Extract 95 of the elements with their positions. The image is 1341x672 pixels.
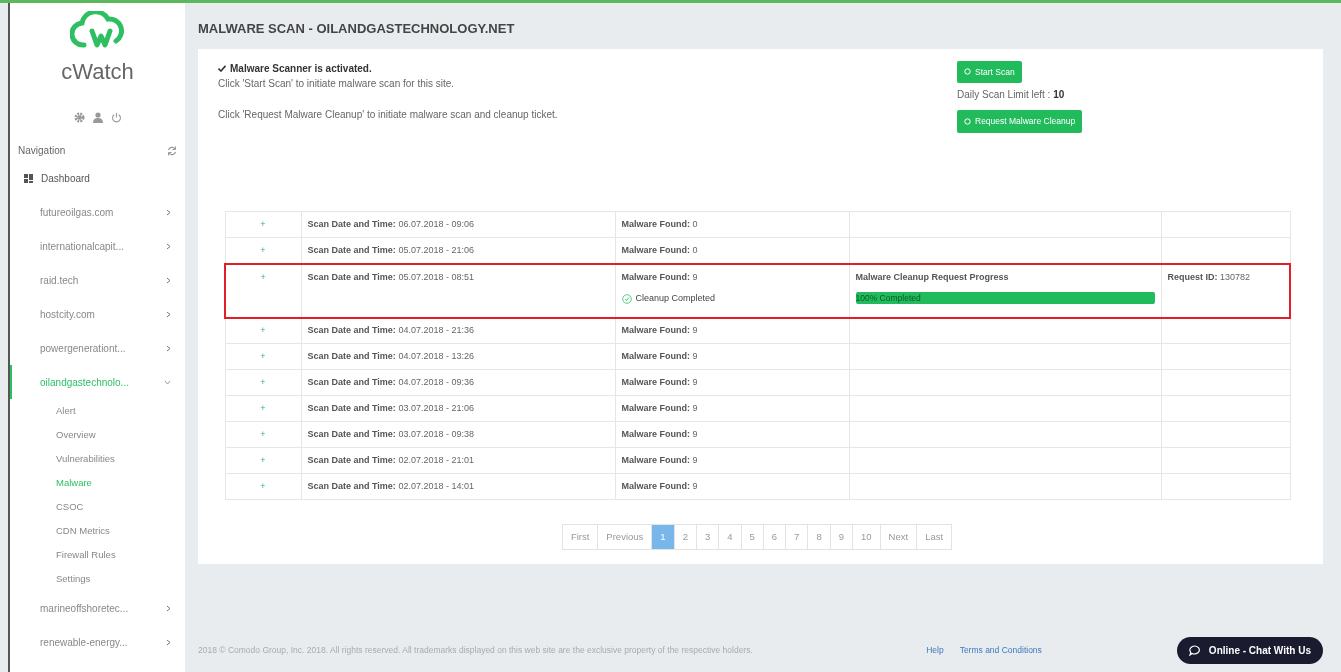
site-link[interactable]: renewable-energy... xyxy=(40,634,128,650)
scan-date-text: Scan Date and Time: 04.07.2018 - 13:26 xyxy=(307,349,475,363)
expand-toggle[interactable]: + xyxy=(260,218,266,229)
site-link[interactable]: powergenerationt... xyxy=(40,340,126,356)
instruction-text: Click 'Request Malware Cleanup' to initiate malware scan and cleanup ticket. xyxy=(218,107,558,122)
page-link[interactable]: 3 xyxy=(695,524,720,551)
chevron-right-icon[interactable] xyxy=(166,344,171,352)
submenu-link[interactable]: Firewall Rules xyxy=(10,543,185,567)
submenu-link[interactable]: CSOC xyxy=(10,495,185,519)
circle-icon xyxy=(964,118,971,126)
check-icon xyxy=(218,64,226,72)
site-link[interactable]: oilandgastechnolo... xyxy=(40,374,129,390)
page-link[interactable]: 10 xyxy=(852,524,881,551)
page-link[interactable]: 1 xyxy=(651,524,675,551)
scan-date-text: Scan Date and Time: 04.07.2018 - 21:36 xyxy=(307,324,475,337)
chevron-right-icon[interactable] xyxy=(166,276,171,284)
user-icon[interactable] xyxy=(92,112,103,123)
request-id-text: Request ID: 130782 xyxy=(1167,270,1252,284)
malware-count-text: Malware Found: 9 xyxy=(621,401,699,415)
scan-limit-text: Daily Scan Limit left : 10 xyxy=(957,88,1065,103)
chat-icon xyxy=(1188,645,1201,656)
chat-button[interactable]: Online - Chat With Us xyxy=(1176,637,1323,664)
circle-icon xyxy=(964,68,971,76)
status-text: Malware Scanner is activated. xyxy=(230,61,372,76)
scan-date-text: Scan Date and Time: 05.07.2018 - 08:51 xyxy=(307,270,475,284)
footer-link[interactable]: Terms and Conditions xyxy=(959,644,1042,657)
page-link[interactable]: Next xyxy=(879,524,918,551)
cloud-logo-icon xyxy=(69,11,126,51)
scan-date-text: Scan Date and Time: 05.07.2018 - 21:06 xyxy=(307,243,475,257)
malware-count-text: Malware Found: 9 xyxy=(621,270,699,284)
submenu-link[interactable]: Settings xyxy=(10,567,185,591)
chevron-right-icon[interactable] xyxy=(166,242,171,250)
chevron-right-icon[interactable] xyxy=(166,604,171,612)
malware-count-text: Malware Found: 0 xyxy=(621,217,699,231)
malware-count-text: Malware Found: 9 xyxy=(621,479,699,493)
page-link[interactable]: 9 xyxy=(829,524,853,551)
site-link[interactable]: raid.tech xyxy=(40,272,79,288)
site-link[interactable]: futureoilgas.com xyxy=(40,204,114,220)
check-circle-icon xyxy=(621,293,632,304)
expand-toggle[interactable]: + xyxy=(260,428,266,439)
instruction-text: Click 'Start Scan' to initiate malware scan for this site. xyxy=(218,76,456,91)
page-link[interactable]: 7 xyxy=(785,524,809,551)
expand-toggle[interactable]: + xyxy=(260,454,266,465)
malware-count-text: Malware Found: 9 xyxy=(621,427,699,441)
page-title: MALWARE SCAN - OILANDGASTECHNOLOGY.NET xyxy=(198,20,516,38)
page-link[interactable]: 8 xyxy=(807,524,831,551)
expand-toggle[interactable]: + xyxy=(260,325,266,335)
scan-date-text: Scan Date and Time: 03.07.2018 - 09:38 xyxy=(307,427,475,441)
chevron-down-icon[interactable] xyxy=(164,379,171,385)
scan-date-text: Scan Date and Time: 06.07.2018 - 09:06 xyxy=(307,217,475,231)
scan-date-text: Scan Date and Time: 02.07.2018 - 14:01 xyxy=(307,479,475,493)
page-link[interactable]: Last xyxy=(916,524,953,551)
submenu-link[interactable]: Vulnerabilities xyxy=(10,447,185,471)
submenu-link[interactable]: Alert xyxy=(10,399,185,423)
progress-bar: 100% Completed xyxy=(855,292,1155,304)
power-icon[interactable] xyxy=(110,112,122,123)
malware-count-text: Malware Found: 9 xyxy=(621,375,699,389)
expand-toggle[interactable]: + xyxy=(260,271,266,282)
cleanup-button[interactable]: Request Malware Cleanup xyxy=(957,110,1083,133)
site-link[interactable]: marineoffshoretec... xyxy=(40,600,129,616)
start-scan-button[interactable]: Start Scan xyxy=(957,60,1022,84)
chevron-right-icon[interactable] xyxy=(166,638,171,646)
progress-title: Malware Cleanup Request Progress xyxy=(855,270,1010,284)
nav-label: Navigation xyxy=(18,143,66,158)
page-link[interactable]: 2 xyxy=(673,524,697,551)
page-link[interactable]: First xyxy=(561,524,599,551)
page-link[interactable]: 4 xyxy=(718,524,742,551)
malware-count-text: Malware Found: 9 xyxy=(621,324,699,337)
scan-date-text: Scan Date and Time: 04.07.2018 - 09:36 xyxy=(307,375,475,389)
cleanup-status-text: Cleanup Completed xyxy=(635,292,716,305)
expand-toggle[interactable]: + xyxy=(260,402,266,413)
submenu-link[interactable]: Overview xyxy=(10,423,185,447)
submenu-link[interactable]: Malware xyxy=(10,471,185,495)
malware-count-text: Malware Found: 9 xyxy=(621,453,699,467)
expand-toggle[interactable]: + xyxy=(260,244,266,255)
page-link[interactable]: 6 xyxy=(762,524,787,551)
site-link[interactable]: internationalcapit... xyxy=(40,238,124,254)
expand-toggle[interactable]: + xyxy=(260,350,266,361)
settings-icon[interactable] xyxy=(73,112,85,123)
page-link[interactable]: 5 xyxy=(740,524,764,551)
brand-name: cWatch xyxy=(61,58,134,86)
chevron-right-icon[interactable] xyxy=(166,310,171,318)
site-link[interactable]: hostcity.com xyxy=(40,306,95,322)
footer-link[interactable]: Help xyxy=(926,644,944,657)
refresh-icon[interactable] xyxy=(167,145,177,156)
scan-date-text: Scan Date and Time: 02.07.2018 - 21:01 xyxy=(307,453,475,467)
dashboard-icon xyxy=(24,173,33,183)
chevron-right-icon[interactable] xyxy=(166,208,171,216)
scan-date-text: Scan Date and Time: 03.07.2018 - 21:06 xyxy=(307,401,475,415)
submenu-link[interactable]: CDN Metrics xyxy=(10,519,185,543)
dashboard-label[interactable]: Dashboard xyxy=(41,170,90,186)
malware-count-text: Malware Found: 9 xyxy=(621,349,699,363)
expand-toggle[interactable]: + xyxy=(260,376,266,387)
expand-toggle[interactable]: + xyxy=(260,480,266,491)
malware-count-text: Malware Found: 0 xyxy=(621,243,699,257)
